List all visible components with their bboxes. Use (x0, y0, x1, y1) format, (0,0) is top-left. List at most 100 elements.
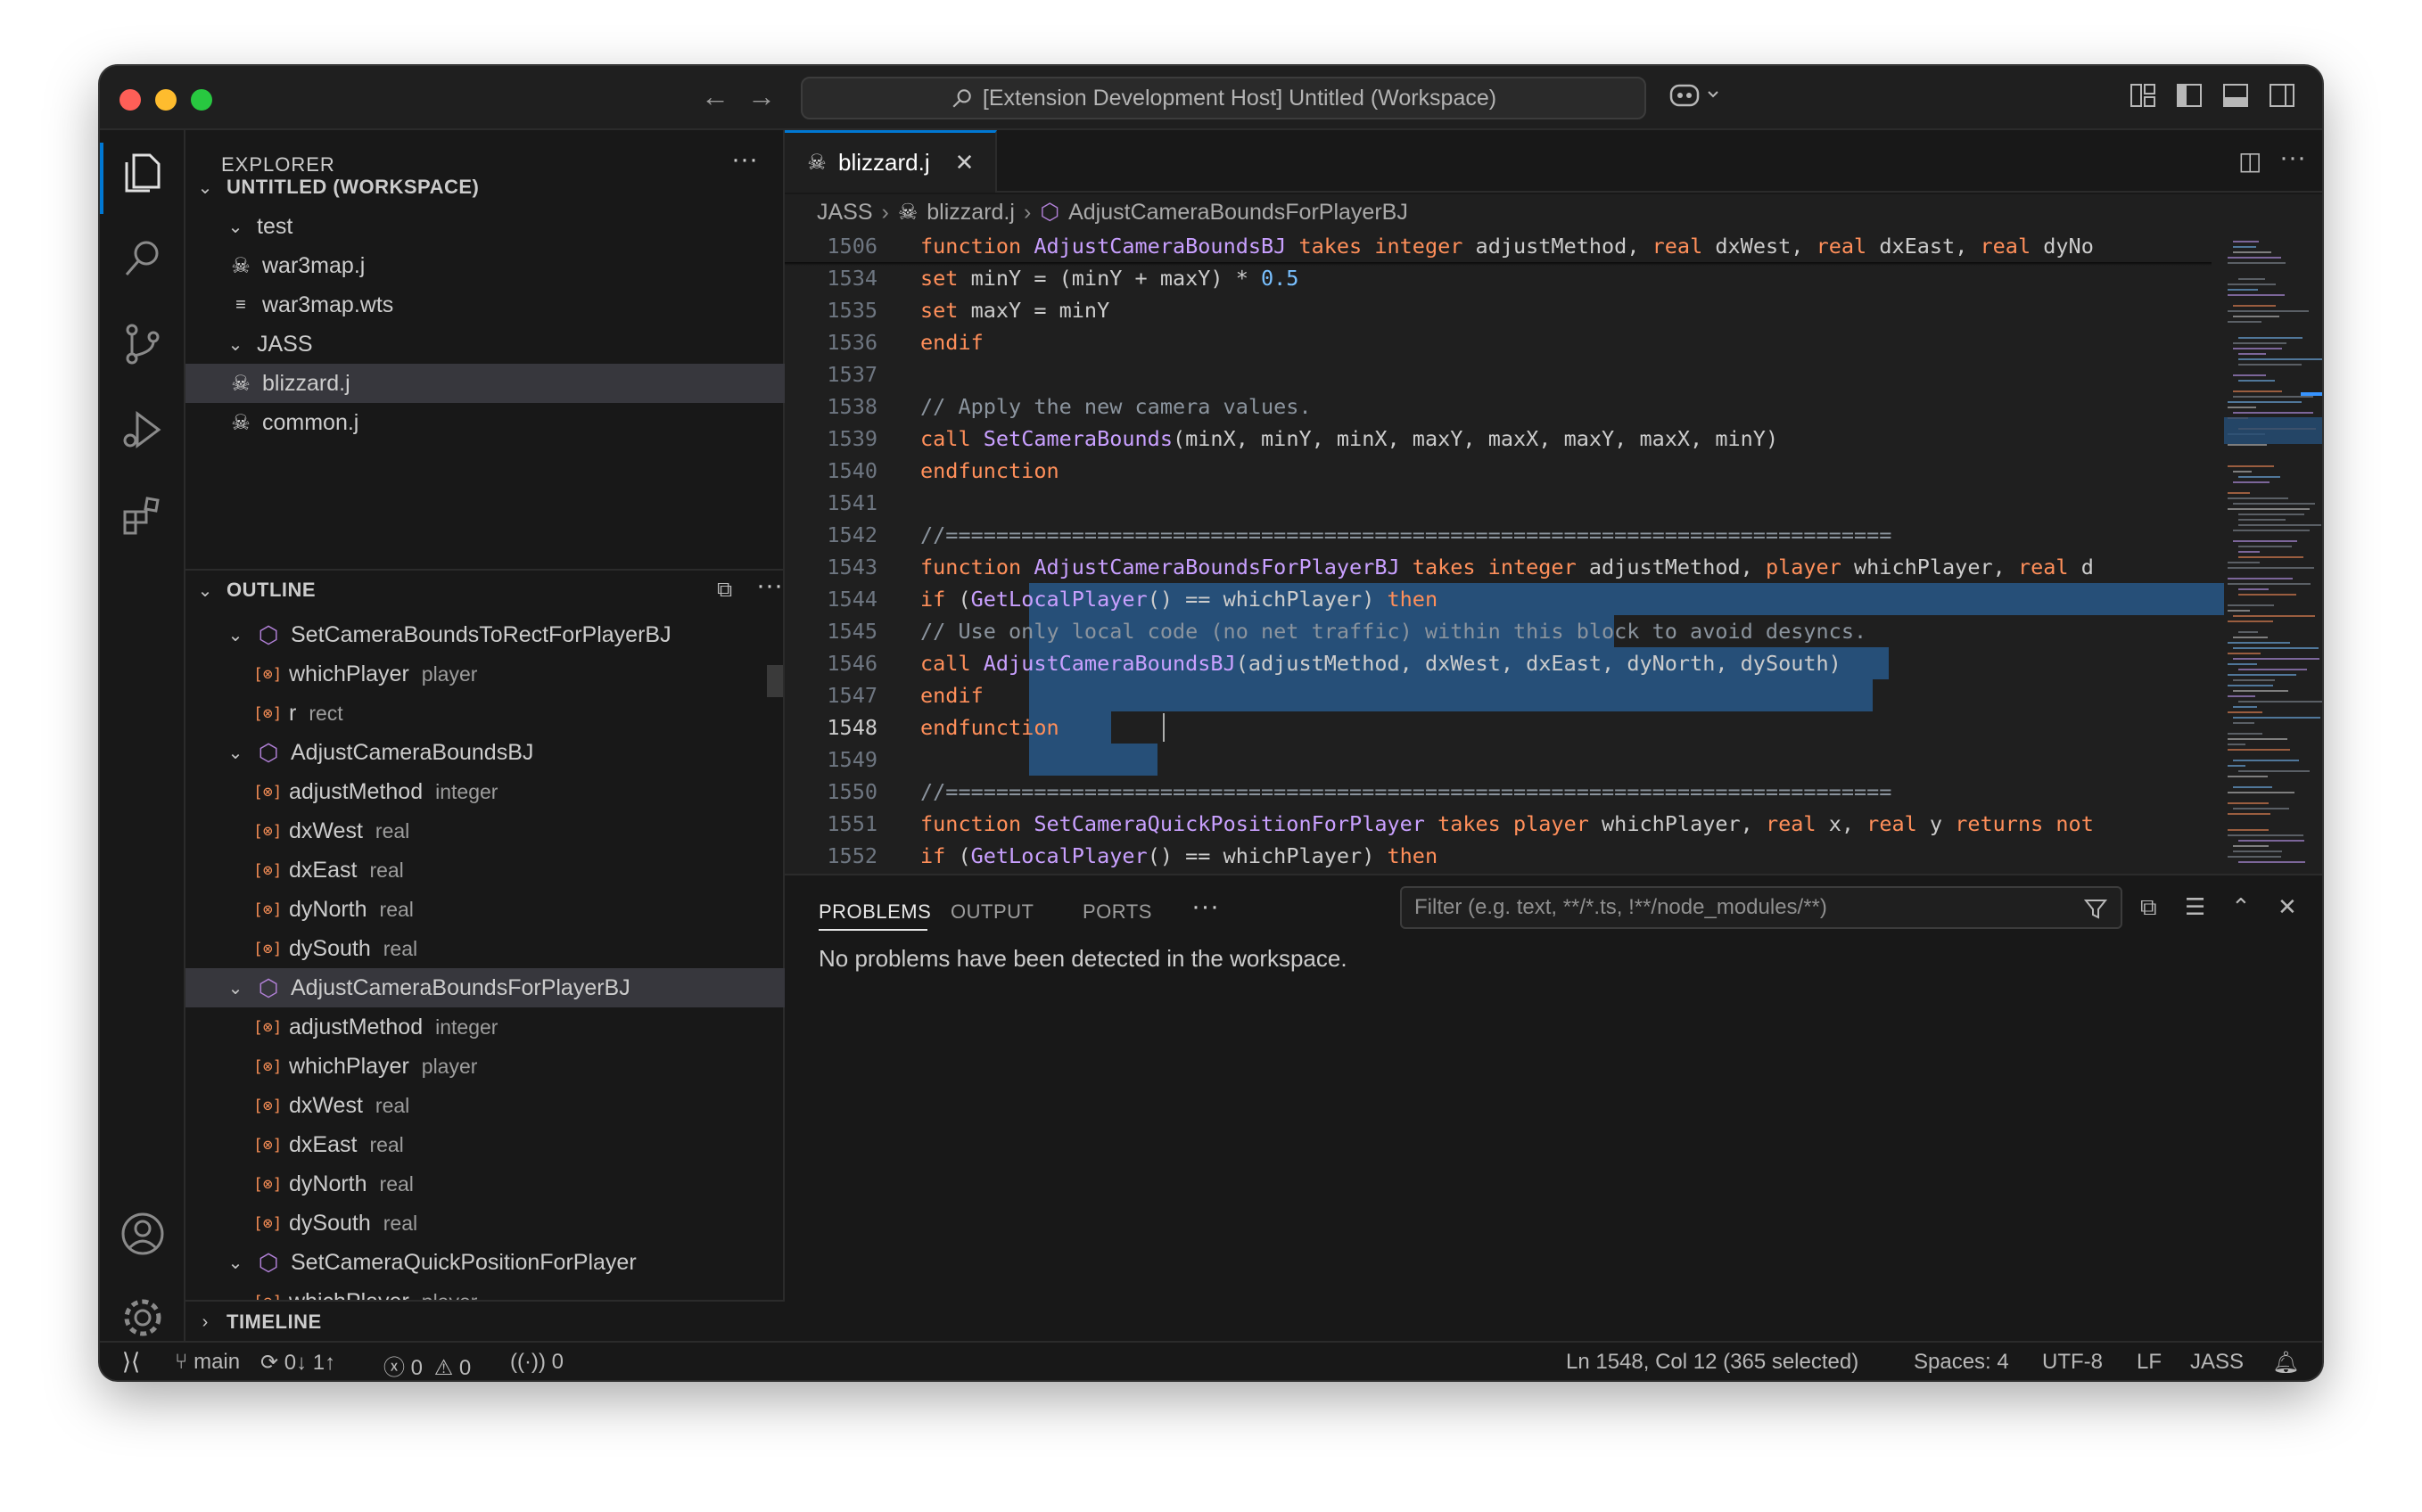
close-panel-icon[interactable]: ✕ (2278, 893, 2297, 921)
manage-gear-icon[interactable] (118, 1293, 168, 1343)
timeline-section[interactable]: › TIMELINE (185, 1300, 785, 1341)
outline-function[interactable]: ⌄ ⬡ SetCameraQuickPositionForPlayer (185, 1243, 785, 1282)
problems-filter-input[interactable]: Filter (e.g. text, **/*.ts, !**/node_mod… (1400, 886, 2122, 929)
outline-param[interactable]: [⊗] dxEast real (185, 1125, 785, 1164)
timeline-header-row[interactable]: › TIMELINE (185, 1302, 785, 1343)
code-line[interactable]: 1552 if (GetLocalPlayer() == whichPlayer… (785, 840, 2212, 872)
sync-status[interactable]: ⟳ 0↓ 1↑ (260, 1350, 335, 1376)
command-center[interactable]: [Extension Development Host] Untitled (W… (801, 77, 1646, 119)
outline-param[interactable]: [⊗] whichPlayer player (185, 654, 785, 694)
code-line[interactable]: 1551 function SetCameraQuickPositionForP… (785, 808, 2212, 840)
code-line-current[interactable]: 1548 endfunction (785, 711, 2212, 744)
breadcrumb-symbol[interactable]: AdjustCameraBoundsForPlayerBJ (1068, 200, 1408, 226)
code-line[interactable]: 1535 set maxY = minY (785, 294, 2212, 326)
outline-param[interactable]: [⊗] dySouth real (185, 929, 785, 968)
run-debug-icon[interactable] (118, 405, 168, 455)
language-mode[interactable]: JASS (2190, 1350, 2244, 1375)
tab-problems[interactable]: PROBLEMS (819, 900, 931, 924)
minimap[interactable] (2224, 230, 2322, 874)
tab-ports[interactable]: PORTS (1083, 900, 1152, 924)
outline-section[interactable]: ⌄ OUTLINE (185, 571, 785, 610)
outline-param[interactable]: [⊗] r rect (185, 694, 785, 733)
extensions-icon[interactable] (118, 490, 168, 540)
outline-param[interactable]: [⊗] dxEast real (185, 850, 785, 890)
outline-param[interactable]: [⊗] dyNorth real (185, 1164, 785, 1204)
explorer-icon[interactable] (118, 148, 168, 198)
problems-status[interactable]: ⓧ 0 ⚠ 0 (383, 1350, 471, 1380)
code-line[interactable]: 1538 // Apply the new camera values. (785, 390, 2212, 423)
cursor-position[interactable]: Ln 1548, Col 12 (365 selected) (1566, 1350, 1858, 1375)
outline-function[interactable]: ⌄ ⬡ AdjustCameraBoundsBJ (185, 733, 785, 772)
code-line[interactable]: 1537 (785, 358, 2212, 390)
maximize-window-button[interactable] (191, 89, 212, 111)
sticky-scroll-line[interactable]: 1506 function AdjustCameraBoundsBJ takes… (785, 230, 2212, 262)
indentation-status[interactable]: Spaces: 4 (1914, 1350, 2009, 1375)
ports-status[interactable]: ((·)) 0 (510, 1350, 564, 1375)
file-war3map-wts[interactable]: ≡ war3map.wts (185, 285, 785, 325)
branch-status[interactable]: ⑂ main (175, 1350, 240, 1375)
tab-blizzard-j[interactable]: ☠ blizzard.j ✕ (785, 130, 997, 193)
notifications-bell-icon[interactable]: 🔔︎ (2272, 1350, 2299, 1376)
file-war3map-j[interactable]: ☠ war3map.j (185, 246, 785, 285)
code-line[interactable]: 1534 set minY = (minY + maxY) * 0.5 (785, 262, 2212, 294)
collapse-all-icon[interactable]: ⧉ (2140, 893, 2157, 922)
minimap-line (2233, 786, 2272, 788)
accounts-icon[interactable] (118, 1209, 168, 1259)
panel-more-icon[interactable]: ··· (1191, 892, 1219, 922)
outline-param[interactable]: [⊗] dySouth real (185, 1204, 785, 1243)
back-arrow-icon[interactable]: ← (701, 80, 729, 113)
outline-function[interactable]: ⌄ ⬡ SetCameraBoundsToRectForPlayerBJ (185, 615, 785, 654)
code-line[interactable]: 1544 if (GetLocalPlayer() == whichPlayer… (785, 583, 2212, 615)
view-as-list-icon[interactable]: ☰ (2185, 893, 2205, 921)
code-line[interactable]: 1547 endif (785, 679, 2212, 711)
code-line[interactable]: 1543 function AdjustCameraBoundsForPlaye… (785, 551, 2212, 583)
workspace-section[interactable]: ⌄ UNTITLED (WORKSPACE) (185, 168, 785, 207)
toggle-panel-icon[interactable] (2222, 82, 2249, 109)
split-editor-icon[interactable]: ◫ (2238, 146, 2261, 176)
outline-param[interactable]: [⊗] adjustMethod integer (185, 1007, 785, 1047)
code-line[interactable]: 1546 call AdjustCameraBoundsBJ(adjustMet… (785, 647, 2212, 679)
code-editor[interactable]: 1506 function AdjustCameraBoundsBJ takes… (785, 230, 2322, 874)
code-line[interactable]: 1541 (785, 487, 2212, 519)
collapse-all-icon[interactable]: ⧉ (717, 578, 732, 603)
encoding-status[interactable]: UTF-8 (2042, 1350, 2103, 1375)
source-control-icon[interactable] (118, 319, 168, 369)
folder-jass[interactable]: ⌄ JASS (185, 325, 785, 364)
search-icon[interactable] (118, 234, 168, 284)
tab-output[interactable]: OUTPUT (951, 900, 1034, 924)
minimize-window-button[interactable] (155, 89, 177, 111)
close-window-button[interactable] (119, 89, 141, 111)
outline-param[interactable]: [⊗] dxWest real (185, 1086, 785, 1125)
file-blizzard-j[interactable]: ☠ blizzard.j (185, 364, 785, 403)
sidebar-scrollbar-thumb[interactable] (767, 665, 783, 697)
breadcrumb-file[interactable]: blizzard.j (927, 200, 1015, 226)
customize-layout-icon[interactable] (2130, 82, 2156, 109)
folder-test[interactable]: ⌄ test (185, 207, 785, 246)
outline-param[interactable]: [⊗] whichPlayer player (185, 1047, 785, 1086)
copilot-icon[interactable] (1669, 80, 1723, 107)
outline-param[interactable]: [⊗] dyNorth real (185, 890, 785, 929)
editor-more-actions-icon[interactable]: ··· (2279, 143, 2306, 173)
code-line[interactable]: 1549 (785, 744, 2212, 776)
remote-indicator-icon[interactable]: ⟩⟨ (100, 1343, 162, 1380)
code-line[interactable]: 1550 //=================================… (785, 776, 2212, 808)
outline-param[interactable]: [⊗] adjustMethod integer (185, 772, 785, 811)
code-line[interactable]: 1539 call SetCameraBounds(minX, minY, mi… (785, 423, 2212, 455)
toggle-secondary-sidebar-icon[interactable] (2269, 82, 2295, 109)
breadcrumb-folder[interactable]: JASS (817, 200, 873, 226)
toggle-sidebar-icon[interactable] (2176, 82, 2203, 109)
forward-arrow-icon[interactable]: → (747, 80, 776, 113)
close-icon[interactable]: ✕ (955, 149, 975, 177)
outline-more-actions-icon[interactable]: ··· (756, 571, 783, 601)
file-common-j[interactable]: ☠ common.j (185, 403, 785, 442)
maximize-panel-icon[interactable]: ⌃ (2231, 893, 2251, 921)
eol-status[interactable]: LF (2137, 1350, 2162, 1375)
outline-function-selected[interactable]: ⌄ ⬡ AdjustCameraBoundsForPlayerBJ (185, 968, 785, 1007)
code-line[interactable]: 1545 // Use only local code (no net traf… (785, 615, 2212, 647)
outline-param[interactable]: [⊗] dxWest real (185, 811, 785, 850)
code-line[interactable]: 1542 //=================================… (785, 519, 2212, 551)
minimap-line (2233, 760, 2299, 761)
code-line[interactable]: 1540 endfunction (785, 455, 2212, 487)
code-line[interactable]: 1536 endif (785, 326, 2212, 358)
filter-funnel-icon[interactable] (2083, 897, 2108, 922)
